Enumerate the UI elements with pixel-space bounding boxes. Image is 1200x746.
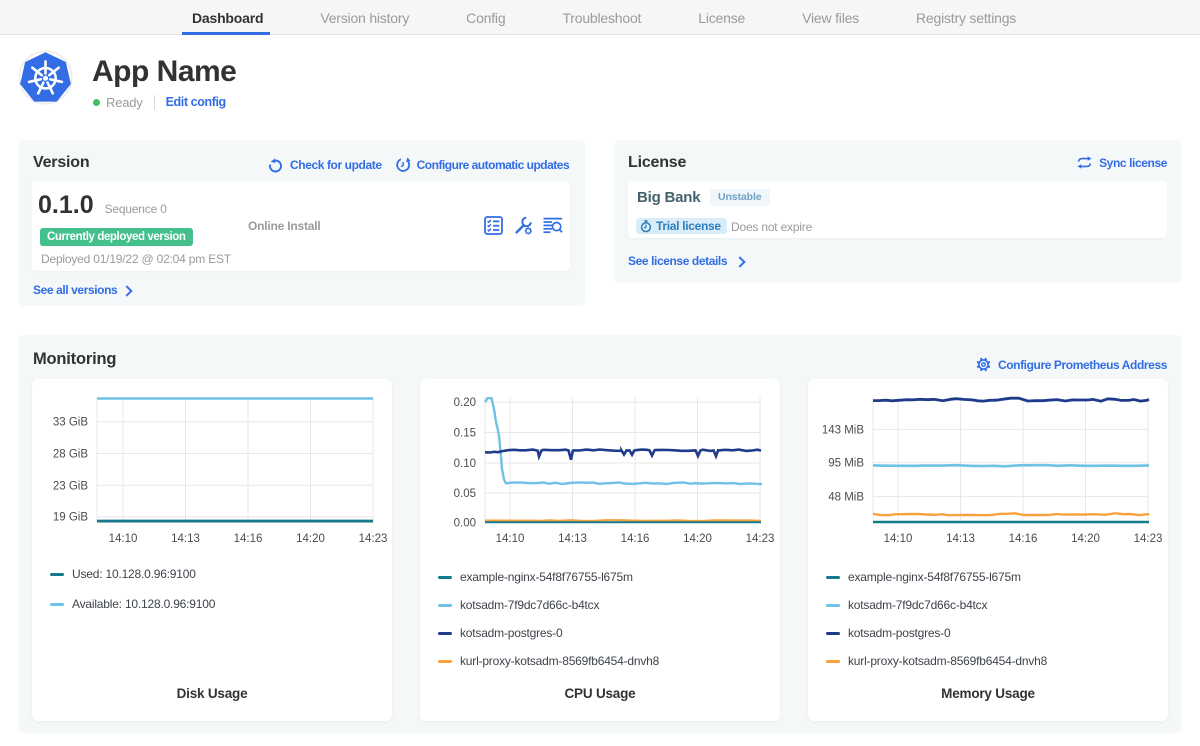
svg-text:48 MiB: 48 MiB — [828, 492, 864, 504]
svg-text:0.10: 0.10 — [454, 458, 476, 470]
svg-text:23 GiB: 23 GiB — [53, 480, 88, 492]
svg-text:95 MiB: 95 MiB — [828, 458, 864, 470]
svg-text:14:23: 14:23 — [1134, 533, 1163, 545]
svg-text:143 MiB: 143 MiB — [822, 424, 865, 436]
svg-text:14:23: 14:23 — [359, 533, 388, 545]
svg-text:0.05: 0.05 — [454, 488, 476, 500]
svg-text:0.20: 0.20 — [454, 397, 476, 409]
svg-text:14:23: 14:23 — [746, 533, 775, 545]
svg-text:14:16: 14:16 — [234, 533, 263, 545]
svg-text:14:20: 14:20 — [296, 533, 325, 545]
svg-text:14:20: 14:20 — [683, 533, 712, 545]
svg-text:33 GiB: 33 GiB — [53, 417, 88, 429]
svg-text:14:10: 14:10 — [884, 533, 913, 545]
svg-text:14:13: 14:13 — [171, 533, 200, 545]
svg-text:0.00: 0.00 — [454, 518, 476, 530]
svg-text:14:10: 14:10 — [496, 533, 525, 545]
svg-text:14:13: 14:13 — [558, 533, 587, 545]
svg-text:14:20: 14:20 — [1071, 533, 1100, 545]
svg-text:14:10: 14:10 — [109, 533, 138, 545]
svg-text:19 GiB: 19 GiB — [53, 512, 88, 524]
svg-text:28 GiB: 28 GiB — [53, 449, 88, 461]
svg-text:14:16: 14:16 — [1009, 533, 1038, 545]
svg-text:14:16: 14:16 — [621, 533, 650, 545]
svg-text:0.15: 0.15 — [454, 428, 476, 440]
svg-text:14:13: 14:13 — [946, 533, 975, 545]
